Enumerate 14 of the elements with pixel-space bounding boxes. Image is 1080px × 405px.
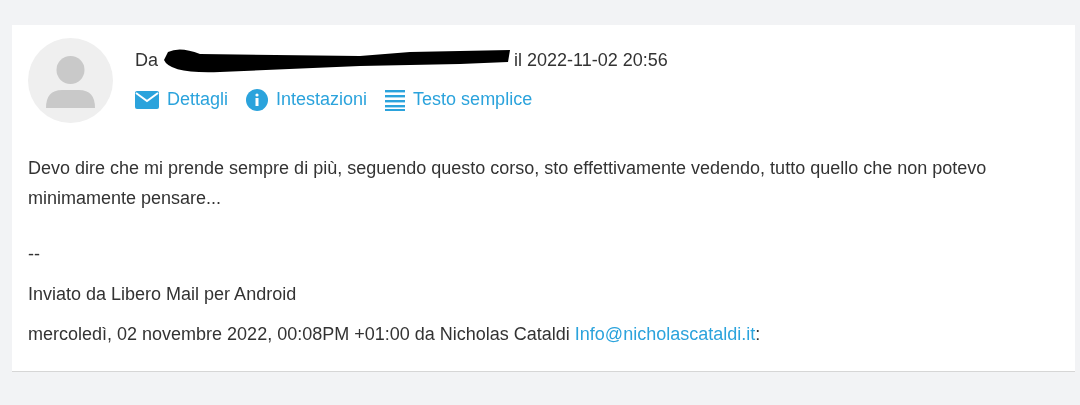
message-text: Devo dire che mi prende sempre di più, seguendo questo corso, sto effettivamente vedendo, tutto quello che non potevo minimamente pensare...: [28, 157, 988, 210]
sent-date: il 2022-11-02 20:56: [514, 48, 668, 72]
signature-text: Inviato da Libero Mail per Android: [28, 283, 297, 306]
quote-intro: mercoledì, 02 novembre 2022, 00:08PM +01:00 da Nicholas Cataldi Info@nicholascataldi.it:: [28, 323, 761, 346]
email-link[interactable]: Info@nicholascataldi.it: [574, 324, 756, 344]
lines-icon: [385, 88, 406, 111]
header-action-link[interactable]: Testo semplice: [385, 86, 533, 113]
header-action-link[interactable]: Dettagli: [135, 86, 229, 113]
avatar-icon: [28, 38, 113, 123]
from-label: Da: [135, 48, 158, 72]
info-icon: [246, 88, 269, 111]
envelope-icon: [135, 90, 159, 109]
header-action-link[interactable]: Intestazioni: [246, 86, 368, 113]
signature-separator: --: [28, 243, 40, 266]
